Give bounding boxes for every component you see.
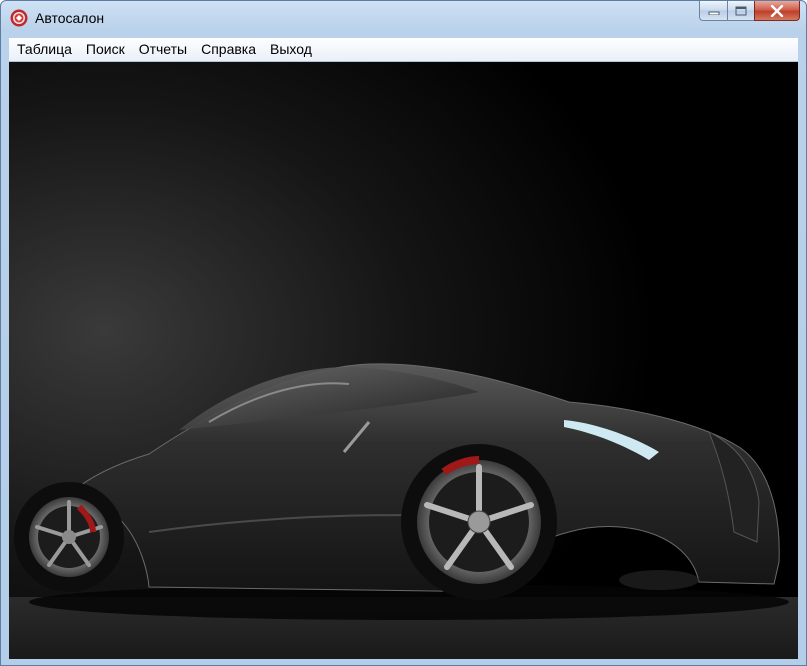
menu-item-reports[interactable]: Отчеты — [132, 38, 194, 61]
close-button[interactable] — [754, 1, 800, 21]
main-content-area — [9, 62, 798, 659]
front-wheel — [401, 444, 557, 600]
maximize-icon — [735, 6, 747, 15]
minimize-button[interactable] — [699, 1, 727, 21]
maximize-button[interactable] — [727, 1, 754, 21]
app-window: Автосалон Таблица Поиск Отчеты Справка В… — [0, 0, 807, 666]
title-bar[interactable]: Автосалон — [1, 1, 806, 35]
window-title: Автосалон — [35, 10, 105, 26]
menu-bar: Таблица Поиск Отчеты Справка Выход — [9, 38, 798, 62]
app-logo-icon[interactable] — [10, 9, 28, 27]
rear-wheel — [14, 482, 124, 592]
menu-item-help[interactable]: Справка — [194, 38, 263, 61]
car-photo — [9, 62, 798, 659]
menu-item-table[interactable]: Таблица — [9, 38, 79, 61]
menu-item-exit[interactable]: Выход — [263, 38, 319, 61]
minimize-icon — [708, 11, 719, 15]
menu-item-search[interactable]: Поиск — [79, 38, 132, 61]
caption-buttons — [699, 1, 800, 22]
close-icon — [770, 4, 784, 17]
